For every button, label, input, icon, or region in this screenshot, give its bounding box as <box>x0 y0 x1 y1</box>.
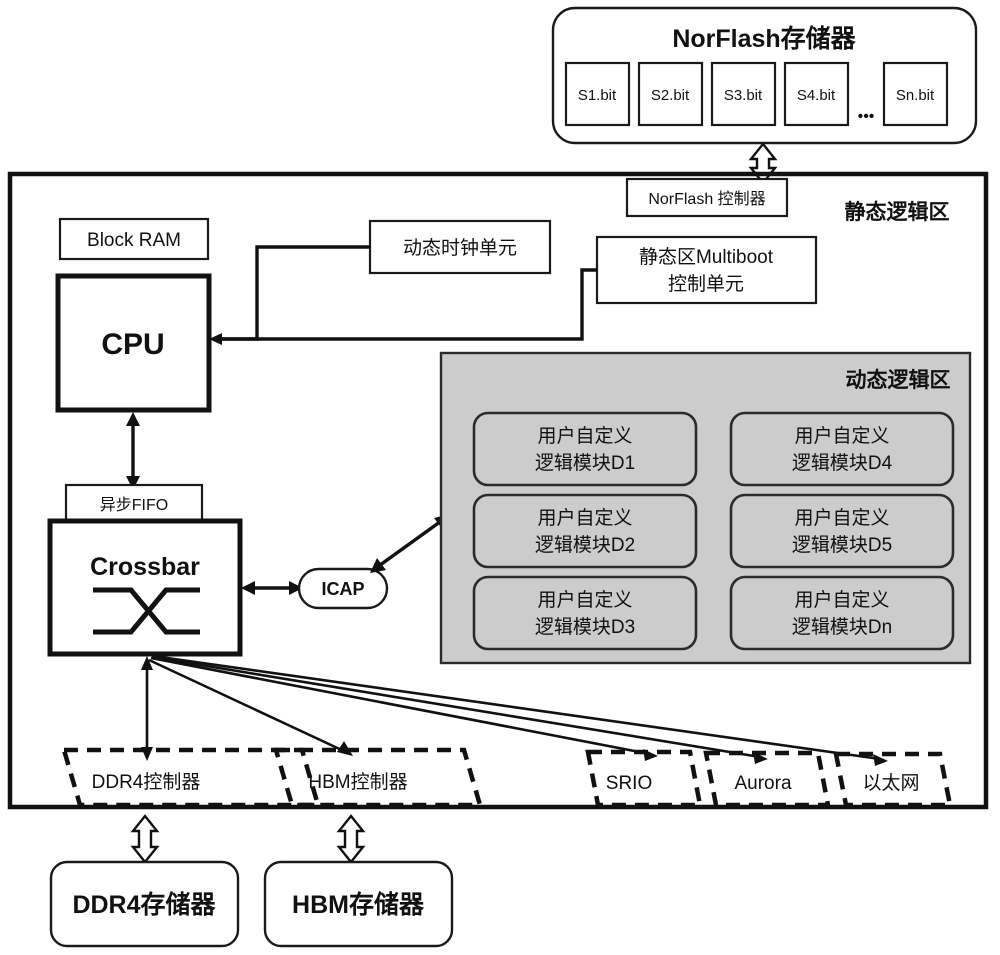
icap-label: ICAP <box>321 579 364 599</box>
icap-dynamic-line <box>375 517 445 570</box>
dynamic-region-label: 动态逻辑区 <box>846 368 951 392</box>
norflash-block-label-1: S2.bit <box>651 87 690 104</box>
norflash-memory-label: NorFlash存储器 <box>672 24 856 53</box>
dynamic-module-3 <box>729 411 955 487</box>
dynamic-module-label-4-line1: 用户自定义 <box>794 507 889 529</box>
dynamic-module-label-0-line1: 用户自定义 <box>537 425 632 447</box>
dynamic-module-label-4-line2: 逻辑模块D5 <box>792 534 892 556</box>
ddr4-memory-bidirectional-arrow <box>130 814 160 864</box>
diagram-canvas: NorFlash存储器 S1.bit S2.bit S3.bit S4.bit … <box>0 0 1000 955</box>
crossbar-aurora-line <box>151 655 761 759</box>
dynamic-module-label-2-line1: 用户自定义 <box>537 589 632 611</box>
norflash-block-label-3: S4.bit <box>797 87 836 104</box>
norflash-controller-label: NorFlash 控制器 <box>648 190 765 208</box>
dynamic-module-label-1-line2: 逻辑模块D2 <box>535 534 635 556</box>
norflash-block-label-2: S3.bit <box>724 87 763 104</box>
block-ram-label: Block RAM <box>87 230 181 251</box>
dynamic-module-label-3-line2: 逻辑模块D4 <box>792 452 893 474</box>
dynamic-module-label-2-line2: 逻辑模块D3 <box>535 616 635 638</box>
dynamic-module-1 <box>472 493 698 569</box>
dynamic-module-2 <box>472 575 698 651</box>
dynamic-module-4 <box>729 493 955 569</box>
norflash-memory-group: NorFlash存储器 S1.bit S2.bit S3.bit S4.bit … <box>551 6 978 145</box>
interface-label-ddr4: DDR4控制器 <box>92 771 201 793</box>
dynamic-module-0 <box>472 411 698 487</box>
dynamic-module-label-5-line2: 逻辑模块Dn <box>792 616 892 638</box>
norflash-block-label-0: S1.bit <box>578 87 617 104</box>
crossbar-srio-line <box>150 656 651 756</box>
dynamic-module-label-3-line1: 用户自定义 <box>794 425 889 447</box>
interface-label-hbm: HBM控制器 <box>308 771 407 793</box>
ddr4-memory-label: DDR4存储器 <box>72 890 216 919</box>
cpu-fifo-arrowhead-up <box>126 412 140 426</box>
multiboot-to-cpu-line <box>216 268 597 341</box>
async-fifo-label: 异步FIFO <box>100 496 168 514</box>
norflash-block-label-4: Sn.bit <box>896 87 935 104</box>
interface-label-aurora: Aurora <box>734 773 791 794</box>
dynamic-module-5 <box>729 575 955 651</box>
clock-to-cpu-line <box>216 245 370 341</box>
interface-label-ethernet: 以太网 <box>862 772 919 794</box>
norflash-ellipsis: ••• <box>858 108 875 125</box>
norflash-bidirectional-arrow <box>748 142 778 185</box>
clock-unit-label: 动态时钟单元 <box>403 237 517 259</box>
dynamic-module-label-0-line2: 逻辑模块D1 <box>535 452 635 474</box>
multiboot-unit-label-line1: 静态区Multiboot <box>639 246 774 268</box>
crossbar-label: Crossbar <box>90 553 200 581</box>
crossbar-ethernet-line <box>152 654 881 761</box>
crossbar-icap-arrowhead-left <box>241 581 255 595</box>
dynamic-module-label-1-line1: 用户自定义 <box>537 507 632 529</box>
cpu-label: CPU <box>101 328 164 361</box>
icap-dynamic-arrowhead-down <box>370 558 386 573</box>
crossbar-box <box>47 518 243 657</box>
multiboot-unit-label-line2: 控制单元 <box>668 273 744 295</box>
interface-label-srio: SRIO <box>606 773 652 794</box>
hbm-memory-label: HBM存储器 <box>292 890 425 919</box>
dynamic-module-label-5-line1: 用户自定义 <box>794 589 889 611</box>
hbm-memory-bidirectional-arrow <box>336 814 366 864</box>
static-region-label: 静态逻辑区 <box>845 200 950 224</box>
